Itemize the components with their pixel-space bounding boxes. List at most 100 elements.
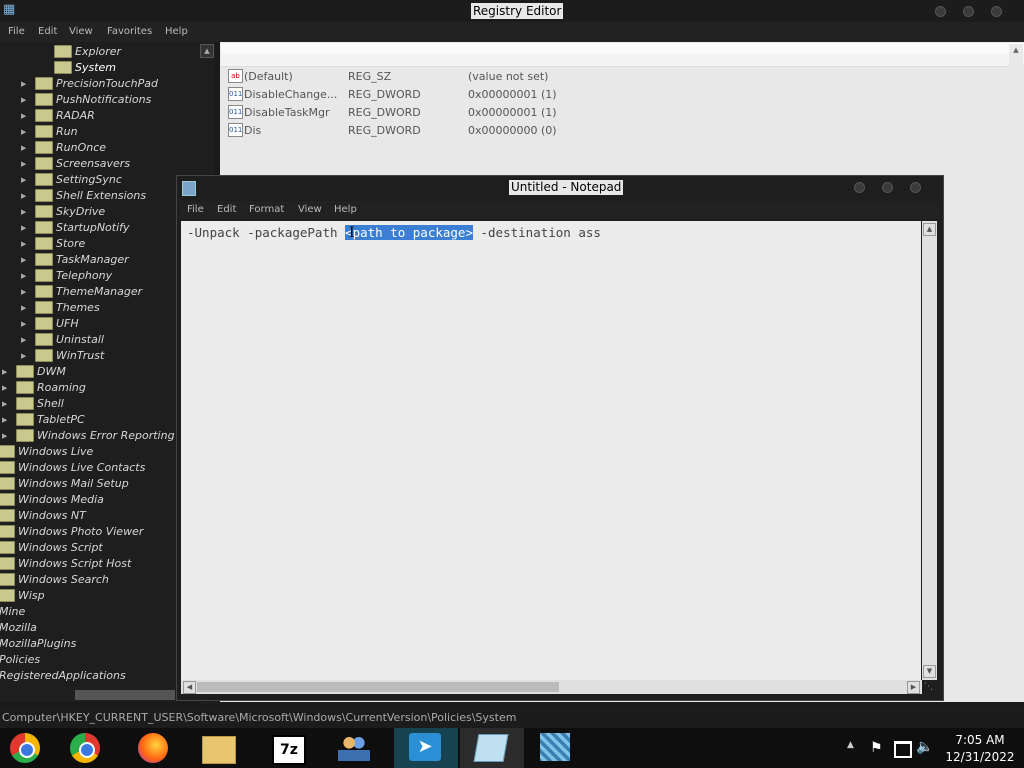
scroll-right-arrow[interactable]: ▶ [907,681,920,694]
menu-view[interactable]: View [69,22,93,42]
chrome-icon[interactable] [70,733,104,763]
expand-arrow-icon[interactable]: ▶ [21,268,26,284]
expand-arrow-icon[interactable]: ▶ [21,172,26,188]
tree-item[interactable]: Policies [0,652,40,668]
scroll-left-arrow[interactable]: ◀ [183,681,196,694]
expand-arrow-icon[interactable]: ▶ [21,76,26,92]
notepad-horizontal-scrollbar[interactable]: ◀ ▶ [181,680,922,694]
7zip-icon[interactable]: 7z [272,733,306,765]
tree-horizontal-scrollbar[interactable] [0,688,200,702]
notepad-close-button[interactable] [910,182,921,193]
menu-help[interactable]: Help [165,22,188,42]
expand-arrow-icon[interactable]: ▶ [2,396,7,412]
expand-arrow-icon[interactable]: ▶ [21,156,26,172]
tree-item[interactable]: Windows Search [0,572,109,588]
tree-item[interactable]: Windows Script Host [0,556,131,572]
notepad-menu-file[interactable]: File [187,201,204,219]
expand-arrow-icon[interactable]: ▶ [2,380,7,396]
expand-arrow-icon[interactable]: ▶ [21,236,26,252]
tree-item[interactable]: RegisteredApplications [0,668,126,684]
tree-item[interactable]: StartupNotify ▶ [21,220,130,236]
tree-item[interactable]: Store ▶ [21,236,85,252]
notepad-vertical-scrollbar[interactable]: ▲ ▼ [922,221,937,680]
tree-item[interactable]: PushNotifications ▶ [21,92,151,108]
tree-item[interactable]: Windows Photo Viewer [0,524,143,540]
tree-item[interactable]: Roaming ▶ [2,380,86,396]
menu-file[interactable]: File [8,22,25,42]
tree-item[interactable]: Mine [0,604,25,620]
expand-arrow-icon[interactable]: ▶ [2,412,7,428]
expand-arrow-icon[interactable]: ▶ [21,108,26,124]
tree-item[interactable]: Mozilla [0,620,37,636]
tree-item[interactable]: SkyDrive ▶ [21,204,105,220]
selected-text[interactable]: <path to package> [345,225,473,240]
tree-item[interactable]: ThemeManager ▶ [21,284,142,300]
tree-item[interactable]: MozillaPlugins [0,636,76,652]
tree-item[interactable]: WinTrust ▶ [21,348,104,364]
tree-item[interactable]: Telephony ▶ [21,268,112,284]
notepad-menu-view[interactable]: View [298,201,322,219]
chrome-canary-icon[interactable] [10,733,44,763]
tree-item[interactable]: Run ▶ [21,124,78,140]
maximize-button[interactable] [963,6,974,17]
tree-item[interactable]: Themes ▶ [21,300,100,316]
tree-item[interactable]: Windows Live [0,444,93,460]
notepad-taskbar-button[interactable] [460,728,524,768]
tree-item[interactable]: RADAR ▶ [21,108,95,124]
tree-item[interactable]: Windows Error Reporting ▶ [2,428,175,444]
tree-item[interactable]: DWM ▶ [2,364,66,380]
expand-arrow-icon[interactable]: ▶ [21,140,26,156]
menu-edit[interactable]: Edit [38,22,57,42]
tree-item[interactable]: TabletPC ▶ [2,412,85,428]
tree-item[interactable]: UFH ▶ [21,316,79,332]
tree-item[interactable]: Wisp [0,588,45,604]
tree-item[interactable]: Screensavers ▶ [21,156,130,172]
values-vertical-scrollbar[interactable]: ▲ [1009,44,1023,84]
resize-grip-icon[interactable]: ⋱ [924,682,936,694]
file-explorer-icon[interactable] [202,733,236,764]
registry-value-row[interactable]: ab (Default) REG_SZ (value not set) [228,68,628,86]
network-icon[interactable] [894,741,912,758]
menu-favorites[interactable]: Favorites [107,22,152,42]
expand-arrow-icon[interactable]: ▶ [2,364,7,380]
tree-hscroll-thumb[interactable] [75,690,175,700]
notepad-menu-help[interactable]: Help [334,201,357,219]
expand-arrow-icon[interactable]: ▶ [21,188,26,204]
expand-arrow-icon[interactable]: ▶ [2,428,7,444]
tree-item[interactable]: Windows Media [0,492,104,508]
tree-item[interactable]: RunOnce ▶ [21,140,106,156]
tree-item[interactable]: SettingSync ▶ [21,172,122,188]
tree-item[interactable]: Shell ▶ [2,396,64,412]
registry-editor-icon[interactable] [540,733,574,763]
scroll-up-arrow[interactable]: ▲ [200,44,214,58]
expand-arrow-icon[interactable]: ▶ [21,348,26,364]
notepad-menu-edit[interactable]: Edit [217,201,236,219]
notepad-text-area[interactable] [181,221,921,680]
expand-arrow-icon[interactable]: ▶ [21,252,26,268]
expand-arrow-icon[interactable]: ▶ [21,300,26,316]
registry-value-row[interactable]: 011 DisableTaskMgr REG_DWORD 0x00000001 (1) [228,104,628,122]
clock-time[interactable]: 7:05 AM [940,733,1020,747]
scroll-up-arrow[interactable]: ▲ [923,223,936,236]
notepad-menu-format[interactable]: Format [249,201,284,219]
notepad-minimize-button[interactable] [854,182,865,193]
tree-item[interactable]: Uninstall ▶ [21,332,104,348]
tree-item[interactable]: TaskManager ▶ [21,252,129,268]
expand-arrow-icon[interactable]: ▶ [21,284,26,300]
tree-item[interactable]: Windows Mail Setup [0,476,129,492]
minimize-button[interactable] [935,6,946,17]
expand-arrow-icon[interactable]: ▶ [21,204,26,220]
registry-value-row[interactable]: 011 DisableChange... REG_DWORD 0x00000001 (… [228,86,628,104]
tree-item[interactable]: System [54,60,116,76]
tree-item[interactable]: Explorer [54,44,121,60]
action-center-flag-icon[interactable]: ⚑ [870,740,883,756]
tree-item[interactable]: Windows NT [0,508,86,524]
notepad-text-content[interactable]: -Unpack -packagePath <path to package> -… [187,224,601,242]
expand-arrow-icon[interactable]: ▶ [21,124,26,140]
tree-item[interactable]: PrecisionTouchPad ▶ [21,76,158,92]
tree-item[interactable]: Shell Extensions ▶ [21,188,146,204]
scroll-down-arrow[interactable]: ▼ [923,665,936,678]
hscroll-thumb[interactable] [197,682,559,692]
firefox-icon[interactable] [138,733,172,763]
remote-app-taskbar-button[interactable]: ➤ [394,728,458,768]
